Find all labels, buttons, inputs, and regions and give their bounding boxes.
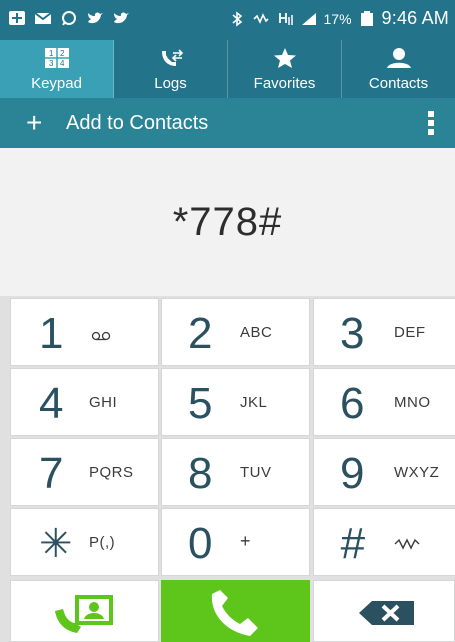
status-left-icons — [8, 10, 130, 26]
status-time: 9:46 AM — [381, 8, 449, 28]
email-icon — [34, 12, 52, 24]
key-letters: JKL — [240, 394, 268, 411]
tab-keypad[interactable]: 1 2 3 4 Keypad — [0, 40, 114, 98]
tab-label: Contacts — [368, 74, 429, 92]
tab-label: Logs — [154, 74, 187, 92]
mute-icon — [394, 538, 420, 550]
twitter-icon — [88, 12, 103, 24]
key-digit: 0 — [188, 519, 213, 568]
key-digit: ✳ — [39, 522, 73, 566]
tab-label: Favorites — [253, 74, 316, 92]
key-1[interactable]: 1 — [10, 298, 159, 366]
key-digit: 2 — [188, 309, 213, 358]
status-right-icons: 17% 9:46 AM — [228, 8, 449, 29]
keypad-icon: 1 2 3 4 — [44, 47, 69, 68]
star-icon — [273, 47, 296, 68]
key-hash[interactable]: # — [313, 508, 455, 576]
svg-text:3: 3 — [49, 59, 54, 68]
signal-icon — [301, 12, 316, 25]
tab-bar: 1 2 3 4 Keypad Logs Favorites Contacts — [0, 40, 455, 98]
add-to-contacts-button[interactable]: + Add to Contacts — [0, 109, 208, 137]
dial-display: *778# — [0, 148, 455, 296]
key-2[interactable]: 2 ABC — [161, 298, 310, 366]
logs-icon — [161, 48, 183, 66]
bluetooth-icon — [231, 10, 242, 27]
key-5[interactable]: 5 JKL — [161, 368, 310, 436]
mute-icon — [252, 12, 269, 24]
tab-logs[interactable]: Logs — [114, 40, 228, 98]
video-call-icon — [55, 595, 113, 633]
key-3[interactable]: 3 DEF — [313, 298, 455, 366]
key-digit: 4 — [39, 379, 64, 428]
plus-square-icon — [9, 11, 25, 25]
key-letters: GHI — [89, 394, 118, 411]
key-7[interactable]: 7 PQRS — [10, 438, 159, 506]
call-button[interactable] — [161, 580, 310, 642]
more-vert-icon[interactable] — [427, 110, 435, 136]
tab-favorites[interactable]: Favorites — [228, 40, 342, 98]
key-letters: ABC — [240, 324, 273, 341]
tab-label: Keypad — [31, 74, 82, 92]
twitter-icon — [114, 12, 129, 24]
key-letters: DEF — [394, 324, 426, 341]
key-digit: 3 — [340, 309, 365, 358]
plus-icon: + — [26, 107, 43, 138]
contact-icon — [386, 47, 411, 68]
svg-text:4: 4 — [60, 59, 65, 68]
key-letters: PQRS — [89, 464, 134, 481]
voicemail-icon — [91, 331, 111, 341]
key-digit: 1 — [39, 309, 64, 358]
key-9[interactable]: 9 WXYZ — [313, 438, 455, 506]
key-digit: 5 — [188, 379, 213, 428]
add-to-contacts-label: Add to Contacts — [66, 111, 209, 134]
key-4[interactable]: 4 GHI — [10, 368, 159, 436]
whatsapp-icon — [62, 11, 76, 26]
key-digit: 7 — [39, 449, 64, 498]
key-digit: 6 — [340, 379, 365, 428]
svg-text:1: 1 — [49, 49, 54, 58]
key-digit: # — [340, 519, 365, 568]
key-digit: 8 — [188, 449, 213, 498]
dialed-number: *778# — [172, 199, 283, 244]
tab-contacts[interactable]: Contacts — [342, 40, 455, 98]
add-to-contacts-bar: + Add to Contacts — [0, 98, 455, 148]
status-bar: 17% 9:46 AM — [0, 0, 455, 40]
key-6[interactable]: 6 MNO — [313, 368, 455, 436]
key-digit: 9 — [340, 449, 365, 498]
backspace-button[interactable] — [313, 580, 455, 642]
key-letters: + — [240, 531, 252, 551]
key-letters: TUV — [240, 464, 272, 481]
battery-percent: 17% — [323, 10, 352, 27]
key-letters: MNO — [394, 394, 431, 411]
key-8[interactable]: 8 TUV — [161, 438, 310, 506]
key-letters: WXYZ — [394, 464, 440, 481]
battery-icon — [360, 10, 373, 26]
key-0[interactable]: 0 + — [161, 508, 310, 576]
network-h-icon — [278, 12, 293, 25]
svg-text:2: 2 — [60, 49, 65, 58]
key-letters: P(,) — [89, 534, 116, 551]
backspace-icon — [359, 601, 414, 625]
phone-icon — [211, 590, 258, 636]
video-call-button[interactable] — [10, 580, 159, 642]
key-star[interactable]: ✳ P(,) — [10, 508, 159, 576]
